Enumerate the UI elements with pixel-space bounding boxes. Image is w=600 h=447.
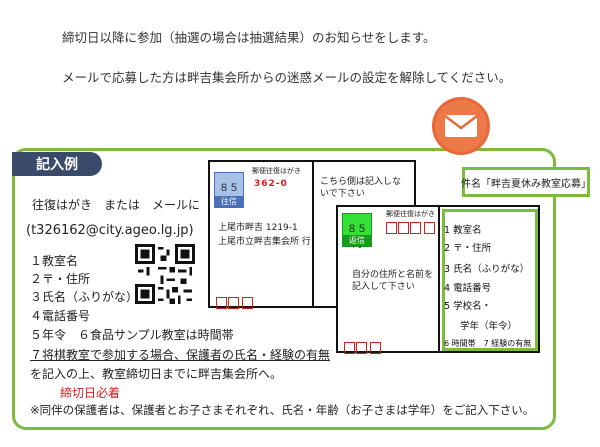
outgoing-zip: 362-0 — [254, 179, 288, 189]
reply-list-phone: 4 電話番号 — [444, 283, 492, 294]
subject-callout-text: 件名「畔吉夏休み教室応募」 — [461, 178, 591, 190]
notice-participation: 締切日以降に参加（抽選の場合は抽選結果）のお知らせをします。 — [62, 30, 436, 45]
example-label: 記入例 — [12, 152, 102, 176]
outgoing-sender-zip-boxes — [216, 294, 254, 313]
guardian-footnote: ※同伴の保護者は、保護者とお子さまそれぞれ、氏名・年齢（お子さまは学年）をご記入… — [30, 403, 535, 417]
reply-sender-zip-boxes — [344, 339, 382, 358]
outgoing-stamp-type: 往信 — [215, 196, 243, 207]
item-name: ３氏名（ふりがな） — [30, 290, 139, 304]
item-class-name: １教室名 — [30, 254, 79, 268]
reply-stamp-type: 返信 — [343, 235, 371, 246]
subject-callout: 件名「畔吉夏休み教室応募」 — [461, 167, 591, 197]
reply-list-time-experience: 6 時間帯 7 経験の有無 — [444, 339, 532, 348]
outgoing-postage-label: 郵便往復はがき — [252, 167, 301, 175]
postcard-outgoing: 郵便往復はがき ８５円 往信 362-0 上尾市畔吉 1219-1 上尾市立畔吉… — [208, 160, 316, 309]
item-shogi-guardian: ７将棋教室で参加する場合、保護者の氏名・経験の有無 — [30, 348, 331, 362]
middle-note: こちら側は記入しないで下さい — [320, 177, 402, 199]
reply-list-grade: 学年（年令） — [460, 321, 518, 332]
outgoing-stamp: ８５円 往信 — [214, 172, 244, 209]
outgoing-address-line1: 上尾市畔吉 1219-1 — [218, 223, 298, 233]
mail-envelope-icon — [430, 95, 492, 157]
reply-list-name: 3 氏名（ふりがな） — [444, 264, 530, 275]
notice-spam-setting: メールで応募した方は畔吉集会所からの迷惑メールの設定を解除してください。 — [62, 70, 512, 85]
reply-list-school: 5 学校名・ — [444, 301, 492, 312]
qr-code-icon — [135, 244, 195, 304]
reply-postage-label: 郵便往復はがき — [386, 210, 435, 218]
deadline-required: 締切日必着 — [60, 386, 121, 400]
reply-instruction: 自分の住所と名前を記入して下さい — [352, 270, 434, 292]
apply-method: 往復はがき または メールに — [32, 198, 201, 212]
item-submit-instruction: を記入の上、教室締切日までに畔吉集会所へ。 — [30, 367, 283, 381]
item-address: ２〒・住所 — [30, 272, 91, 286]
email-address: (t326162@city.ageo.lg.jp) — [26, 223, 194, 238]
reply-zip-boxes — [386, 219, 436, 238]
outgoing-address-line2: 上尾市立畔吉集会所 行 — [218, 237, 311, 247]
postcard-reply: 郵便往復はがき ８５円 返信 自分の住所と名前を記入して下さい — [336, 205, 444, 354]
reply-list-address: 2 〒・住所 — [444, 243, 492, 254]
reply-stamp: ８５円 返信 — [342, 213, 372, 250]
item-age-timeslot: ５年令 ６食品サンプル教室は時間帯 — [30, 328, 234, 342]
reply-list-class: 1 教室名 — [444, 225, 482, 236]
item-phone: ４電話番号 — [30, 309, 91, 323]
